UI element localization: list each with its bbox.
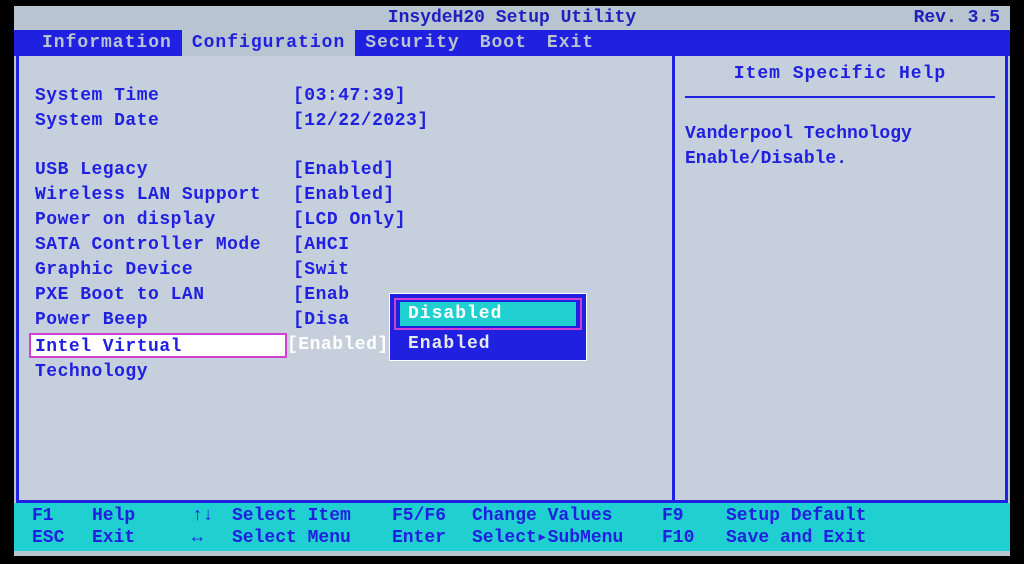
setting-system-date[interactable]: System Date [12/22/2023] (35, 109, 652, 134)
setting-value[interactable]: [Swit (293, 258, 350, 283)
value-popup: Disabled Enabled (389, 293, 587, 361)
footer-row-2: ESC Exit ↔ Select Menu Enter Select▸SubM… (32, 527, 992, 549)
setting-label: Intel Virtual Technology (29, 333, 287, 358)
hotkey-esc: ESC (32, 527, 92, 549)
setting-label: Wireless LAN Support (35, 183, 293, 208)
setting-label: Power Beep (35, 308, 293, 333)
setting-value[interactable]: [Disa (293, 308, 350, 333)
setting-label: SATA Controller Mode (35, 233, 293, 258)
arrows-leftright-icon: ↔ (192, 527, 232, 549)
hotkey-setup-default: Setup Default (726, 505, 866, 527)
setting-label: Graphic Device (35, 258, 293, 283)
hotkey-select-item: Select Item (232, 505, 392, 527)
setting-power-on-display[interactable]: Power on display [LCD Only] (35, 208, 652, 233)
hotkey-f1: F1 (32, 505, 92, 527)
settings-panel: System Time [03:47:39] System Date [12/2… (19, 56, 675, 500)
setting-value[interactable]: [Enabled] (293, 158, 395, 183)
tab-information[interactable]: Information (32, 30, 182, 56)
setting-value[interactable]: [AHCI (293, 233, 350, 258)
setting-label: System Date (35, 109, 293, 134)
hotkey-select-menu: Select Menu (232, 527, 392, 549)
footer-bar: F1 Help ↑↓ Select Item F5/F6 Change Valu… (14, 503, 1010, 551)
tab-boot[interactable]: Boot (470, 30, 537, 56)
help-panel: Item Specific Help Vanderpool Technology… (675, 56, 1005, 500)
title-bar: InsydeH20 Setup Utility Rev. 3.5 (14, 6, 1010, 30)
setting-value[interactable]: [Enabled] (287, 333, 389, 358)
setting-label: PXE Boot to LAN (35, 283, 293, 308)
revision-label: Rev. 3.5 (914, 6, 1000, 30)
tab-configuration[interactable]: Configuration (182, 30, 355, 56)
popup-option-enabled[interactable]: Enabled (394, 332, 582, 356)
popup-option-disabled[interactable]: Disabled (400, 302, 576, 326)
hotkey-f9: F9 (662, 505, 726, 527)
setting-sata-controller[interactable]: SATA Controller Mode [AHCI (35, 233, 652, 258)
help-text: Vanderpool Technology Enable/Disable. (685, 122, 995, 172)
setting-value[interactable]: [03:47:39] (293, 84, 406, 109)
utility-title: InsydeH20 Setup Utility (388, 8, 636, 28)
setting-value[interactable]: [LCD Only] (293, 208, 406, 233)
setting-system-time[interactable]: System Time [03:47:39] (35, 84, 652, 109)
footer-row-1: F1 Help ↑↓ Select Item F5/F6 Change Valu… (32, 505, 992, 527)
hotkey-exit-label: Exit (92, 527, 192, 549)
setting-value[interactable]: [Enabled] (293, 183, 395, 208)
menu-bar: Information Configuration Security Boot … (14, 30, 1010, 56)
setting-label: Power on display (35, 208, 293, 233)
arrows-updown-icon: ↑↓ (192, 505, 232, 527)
hotkey-select-submenu: Select▸SubMenu (472, 527, 662, 549)
help-title: Item Specific Help (685, 64, 995, 98)
hotkey-save-exit: Save and Exit (726, 527, 866, 549)
setting-value[interactable]: [Enab (293, 283, 350, 308)
setting-value[interactable]: [12/22/2023] (293, 109, 429, 134)
setting-usb-legacy[interactable]: USB Legacy [Enabled] (35, 158, 652, 183)
hotkey-f10: F10 (662, 527, 726, 549)
tab-security[interactable]: Security (355, 30, 469, 56)
hotkey-help-label: Help (92, 505, 192, 527)
main-area: System Time [03:47:39] System Date [12/2… (16, 56, 1008, 503)
setting-label: USB Legacy (35, 158, 293, 183)
hotkey-change-values: Change Values (472, 505, 662, 527)
hotkey-f5f6: F5/F6 (392, 505, 472, 527)
setting-wireless-lan[interactable]: Wireless LAN Support [Enabled] (35, 183, 652, 208)
setting-graphic-device[interactable]: Graphic Device [Swit (35, 258, 652, 283)
tab-exit[interactable]: Exit (537, 30, 604, 56)
setting-label: System Time (35, 84, 293, 109)
hotkey-enter: Enter (392, 527, 472, 549)
